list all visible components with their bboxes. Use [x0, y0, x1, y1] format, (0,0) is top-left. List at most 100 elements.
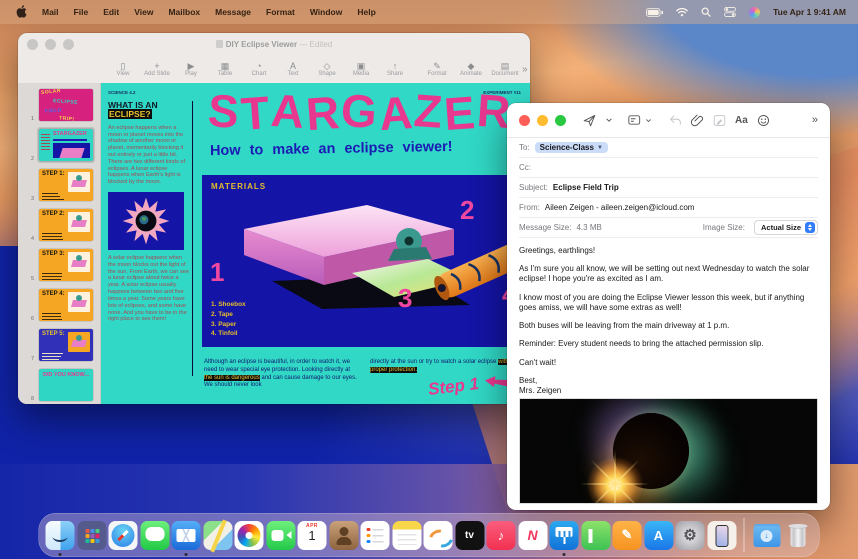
dock-numbers-icon[interactable]: [581, 521, 610, 550]
dock-iphone-mirroring-icon[interactable]: [707, 521, 736, 550]
toolbar-text[interactable]: AText: [276, 61, 310, 77]
step-illustration: [68, 332, 90, 352]
slide-thumbnail-2[interactable]: STARGAZER: [37, 127, 95, 163]
message-body[interactable]: Greetings, earthlings!As I'm sure you al…: [507, 238, 830, 396]
dock-downloads-icon[interactable]: ↓: [752, 521, 781, 550]
toolbar-shape[interactable]: ◇Shape: [310, 61, 344, 77]
dock-maps-icon[interactable]: [203, 521, 232, 550]
toolbar-label: View: [117, 71, 130, 77]
slide-thumbnail-6[interactable]: STEP 4:: [37, 287, 95, 323]
apple-menu[interactable]: [16, 5, 27, 20]
toolbar-play[interactable]: ▶Play: [174, 61, 208, 77]
slide-thumbnail-7[interactable]: STEP 5:: [37, 327, 95, 363]
spotlight-search-icon[interactable]: [701, 7, 711, 17]
recipient-token[interactable]: Science-Class▼: [535, 142, 608, 153]
slide-thumbnail-8[interactable]: DID YOU KNOW...: [37, 367, 95, 403]
cc-field[interactable]: Cc:: [519, 158, 818, 178]
emoji-button[interactable]: [757, 114, 770, 127]
dock-contacts-icon[interactable]: [329, 521, 358, 550]
header-fields-button[interactable]: [628, 114, 652, 126]
dock-appstore-icon[interactable]: A: [644, 521, 673, 550]
toolbar-chart[interactable]: ◔Chart: [242, 61, 276, 77]
menu-mailbox[interactable]: Mailbox: [168, 7, 200, 17]
send-options-chevron-icon[interactable]: [605, 116, 613, 124]
menu-edit[interactable]: Edit: [103, 7, 119, 17]
proxy-document-icon: [216, 40, 223, 48]
step-label: STEP 4:: [42, 291, 65, 297]
menu-message[interactable]: Message: [215, 7, 251, 17]
dock-music-icon[interactable]: ♪: [487, 521, 516, 550]
step-slide-thumb: STEP 2:: [39, 209, 93, 241]
dock-trash-icon[interactable]: [784, 521, 813, 550]
dock-settings-icon[interactable]: ⚙: [676, 521, 705, 550]
slide-thumbnail-4[interactable]: STEP 2:: [37, 207, 95, 243]
menu-file[interactable]: File: [74, 7, 89, 17]
zoom-button[interactable]: [555, 115, 566, 126]
from-field[interactable]: From: Aileen Zeigen - aileen.zeigen@iclo…: [519, 198, 818, 218]
thumb-text-column: [41, 132, 50, 158]
slide-canvas[interactable]: SCIENCE 4.2 EXPERIMENT #11 WHAT IS AN EC…: [101, 83, 530, 404]
dock-photos-icon[interactable]: [235, 521, 264, 550]
send-button[interactable]: [583, 114, 596, 127]
dock-reminders-icon[interactable]: [361, 521, 390, 550]
menu-view[interactable]: View: [134, 7, 153, 17]
toolbar-table[interactable]: ▦Table: [208, 61, 242, 77]
slide-row-5: 5STEP 3:: [18, 247, 100, 283]
dock-pages-icon[interactable]: ✎: [613, 521, 642, 550]
siri-icon[interactable]: [749, 7, 760, 18]
slide-thumbnail-1[interactable]: SOLARECLIPSEFIELDTRIP!: [37, 87, 95, 123]
control-center-icon[interactable]: [724, 7, 736, 17]
dock-facetime-icon[interactable]: [266, 521, 295, 550]
toolbar-label: Document: [491, 71, 518, 77]
toolbar-share[interactable]: ↑Share: [378, 61, 412, 77]
dock-freeform-icon[interactable]: [424, 521, 453, 550]
dock-messages-icon[interactable]: [140, 521, 169, 550]
keynote-titlebar[interactable]: DIY Eclipse Viewer — Edited: [18, 33, 530, 55]
attach-file-button[interactable]: [691, 114, 704, 127]
minimize-button[interactable]: [537, 115, 548, 126]
image-size-select[interactable]: Actual Size: [754, 220, 818, 235]
menu-help[interactable]: Help: [357, 7, 375, 17]
dock-safari-icon[interactable]: [109, 521, 138, 550]
dock-keynote-icon[interactable]: [550, 521, 579, 550]
menu-clock[interactable]: Tue Apr 1 9:41 AM: [773, 7, 846, 17]
dock-finder-icon[interactable]: [46, 521, 75, 550]
dock-news-icon[interactable]: N: [518, 521, 547, 550]
menu-mail[interactable]: Mail: [42, 7, 59, 17]
toolbar-overflow-button[interactable]: »: [812, 114, 818, 126]
toolbar-view[interactable]: ▯View: [106, 61, 140, 77]
eclipse-photo-attachment[interactable]: [519, 398, 818, 504]
dock-notes-icon[interactable]: [392, 521, 421, 550]
subject-field[interactable]: Subject: Eclipse Field Trip: [519, 178, 818, 198]
format-button[interactable]: Aa: [735, 115, 748, 126]
dock-tv-icon[interactable]: tv: [455, 521, 484, 550]
reply-button[interactable]: [669, 114, 682, 126]
dock-mail-icon[interactable]: [172, 521, 201, 550]
toolbar-animate[interactable]: ◆Animate: [454, 61, 488, 77]
tv-glyph: tv: [455, 521, 484, 550]
to-field[interactable]: To: Science-Class▼: [519, 138, 818, 158]
slide-science-label: SCIENCE 4.2: [108, 90, 136, 95]
battery-icon[interactable]: [646, 8, 663, 17]
dock-calendar-icon[interactable]: APR1: [298, 521, 327, 550]
slide-thumbnail-3[interactable]: STEP 1:: [37, 167, 95, 203]
token-chevron-icon: ▼: [597, 145, 603, 151]
toolbar-overflow-button[interactable]: »: [522, 64, 528, 75]
wifi-icon[interactable]: [676, 7, 688, 17]
menu-window[interactable]: Window: [310, 7, 343, 17]
mail-titlebar[interactable]: Aa »: [507, 103, 830, 138]
markup-button[interactable]: [713, 114, 726, 127]
stargazer-slide-thumb: STARGAZER: [39, 129, 93, 161]
from-value: Aileen Zeigen - aileen.zeigen@icloud.com: [545, 203, 695, 212]
menu-format[interactable]: Format: [266, 7, 295, 17]
close-button[interactable]: [519, 115, 530, 126]
toolbar-document[interactable]: ▤Document: [488, 61, 522, 77]
toolbar-format[interactable]: ✎Format: [420, 61, 454, 77]
body-paragraph: Best, Mrs. Zeigen: [519, 376, 818, 396]
dock-launchpad-icon[interactable]: [77, 521, 106, 550]
thumb-title: STARGAZER: [53, 131, 87, 137]
running-indicator: [185, 553, 188, 556]
toolbar-media[interactable]: ▣Media: [344, 61, 378, 77]
slide-thumbnail-5[interactable]: STEP 3:: [37, 247, 95, 283]
toolbar-add-slide[interactable]: +Add Slide: [140, 61, 174, 77]
